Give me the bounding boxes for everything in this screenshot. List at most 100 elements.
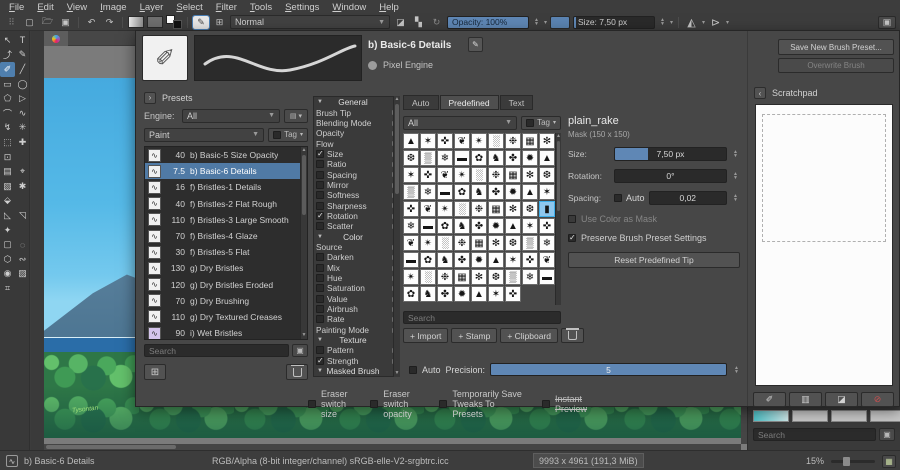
docker-search-input[interactable] — [753, 428, 876, 441]
menu-item-tools[interactable]: Tools — [250, 2, 272, 13]
brush-tip-cell[interactable]: ✻ — [539, 133, 555, 149]
brush-tip-cell[interactable]: ✶ — [505, 252, 521, 268]
open-document-button[interactable]: 🗁 — [40, 16, 55, 29]
brush-tip-cell[interactable]: ✿ — [471, 150, 487, 166]
tool-color-sampler[interactable]: ⌖ — [15, 164, 30, 179]
brush-tip-cell[interactable]: ▒ — [522, 235, 538, 251]
brush-tip-cell[interactable]: ▦ — [505, 167, 521, 183]
tip-grid-scrollbar[interactable]: ▲ — [555, 133, 561, 305]
rename-pencil-icon[interactable]: ✎ — [468, 37, 483, 52]
tool-move[interactable]: ✚ — [15, 135, 30, 150]
option-row-strength[interactable]: Strength — [314, 356, 399, 366]
preset-list-item[interactable]: ∿40f) Bristles-2 Flat Rough — [145, 196, 307, 212]
tool-freehand-select[interactable]: ∾ — [15, 252, 30, 267]
brush-tip-cell[interactable]: ▲ — [403, 133, 419, 149]
brush-tip-cell[interactable]: ❆ — [488, 269, 504, 285]
reset-predefined-tip-button[interactable]: Reset Predefined Tip — [568, 252, 740, 268]
tool-gradient[interactable]: ▤ — [0, 164, 15, 179]
brush-presets-button[interactable]: ⊞ — [212, 16, 227, 29]
brush-tip-cell[interactable]: ✹ — [522, 150, 538, 166]
brush-tip-cell[interactable]: ▲ — [488, 252, 504, 268]
eraser-mode-button[interactable]: ◪ — [393, 16, 408, 29]
option-row-scatter[interactable]: Scatter — [314, 221, 399, 231]
brush-tip-cell[interactable]: ✴ — [437, 201, 453, 217]
brush-tip-cell[interactable]: ♞ — [437, 252, 453, 268]
tip-tag-button[interactable]: Tag ▾ — [521, 116, 561, 130]
preset-list-item[interactable]: ∿120g) Dry Bristles Eroded — [145, 277, 307, 293]
option-row-painting-mode[interactable]: Painting Mode — [314, 325, 399, 335]
tip-rotation-spinner[interactable]: ▲▼ — [731, 170, 740, 183]
brush-tip-cell[interactable]: ✤ — [437, 286, 453, 302]
tool-similar-select[interactable]: ▨ — [15, 267, 30, 282]
workspace-chooser-button[interactable]: ▣ — [878, 16, 896, 29]
brush-tip-cell[interactable]: ❦ — [420, 201, 436, 217]
footer-checkbox[interactable] — [308, 400, 316, 408]
tip-search-input[interactable] — [403, 311, 561, 324]
scratchpad-canvas[interactable] — [755, 104, 893, 386]
tool-select-shapes[interactable]: ↖ — [0, 33, 15, 48]
option-checkbox[interactable] — [316, 305, 324, 313]
brush-tip-cell[interactable]: ❄ — [403, 218, 419, 234]
mirror-vertical-caret[interactable]: ▾ — [726, 19, 729, 26]
brush-tip-cell[interactable]: ✜ — [403, 201, 419, 217]
tip-action-import-button[interactable]: + Import — [403, 328, 448, 343]
presets-collapse-button[interactable]: › — [144, 92, 156, 104]
brush-tip-cell[interactable]: ❉ — [437, 269, 453, 285]
tab-predefined[interactable]: Predefined — [440, 95, 499, 110]
tip-size-spinner[interactable]: ▲▼ — [731, 148, 740, 161]
document-tab[interactable] — [44, 31, 68, 46]
brush-tip-cell[interactable]: ✴ — [420, 235, 436, 251]
preset-list-item[interactable]: ∿70f) Bristles-4 Glaze — [145, 228, 307, 244]
option-checkbox[interactable] — [316, 315, 324, 323]
brush-tip-cell[interactable]: ▦ — [488, 201, 504, 217]
tab-text[interactable]: Text — [500, 95, 534, 110]
menu-item-layer[interactable]: Layer — [140, 2, 164, 13]
tip-tag-checkbox[interactable] — [526, 119, 534, 127]
brush-tip-cell[interactable]: ❦ — [454, 133, 470, 149]
option-checkbox[interactable] — [316, 274, 324, 282]
option-section-color[interactable]: ▼Color — [314, 231, 399, 241]
tool-polygon-select[interactable]: ⬡ — [0, 252, 15, 267]
option-row-ratio[interactable]: Ratio — [314, 159, 399, 169]
brush-tip-cell[interactable]: ✶ — [488, 286, 504, 302]
brush-tip-cell[interactable]: ✹ — [488, 218, 504, 234]
brush-tip-cell[interactable]: ✿ — [420, 252, 436, 268]
brush-tip-cell[interactable]: ▦ — [454, 269, 470, 285]
brush-tip-cell[interactable]: ▲ — [522, 184, 538, 200]
preset-list-item[interactable]: ∿70g) Dry Brushing — [145, 293, 307, 309]
brush-tip-cell[interactable]: ░ — [488, 133, 504, 149]
brush-tip-cell[interactable]: ▬ — [437, 184, 453, 200]
brush-tip-cell[interactable]: ❆ — [522, 201, 538, 217]
brush-editor-toggle-button[interactable]: ✎ — [193, 16, 209, 29]
preset-thumbnail[interactable] — [870, 410, 900, 422]
tip-action-stamp-button[interactable]: + Stamp — [451, 328, 497, 343]
preset-list-item[interactable]: ∿7.5b) Basic-6 Details — [145, 163, 307, 179]
brush-tip-cell[interactable]: ♞ — [454, 218, 470, 234]
option-row-opacity[interactable]: Opacity — [314, 128, 399, 138]
brush-tip-cell[interactable]: ✶ — [420, 133, 436, 149]
option-row-brush-tip[interactable]: Brush Tip — [314, 107, 399, 117]
tip-delete-button[interactable] — [561, 328, 584, 343]
footer-check-temporarily-save-tweaks-to-presets[interactable]: Temporarily Save Tweaks To Presets — [439, 389, 526, 419]
tag-button[interactable]: Tag ▾ — [268, 128, 308, 142]
tool-multibrush[interactable]: ✳ — [15, 121, 30, 136]
opacity-spinner[interactable]: ▲▼ — [532, 16, 541, 29]
tool-line[interactable]: ╱ — [15, 62, 30, 77]
tab-auto[interactable]: Auto — [403, 95, 439, 110]
option-row-softness[interactable]: Softness — [314, 190, 399, 200]
foreground-background-colors[interactable] — [166, 15, 182, 29]
menu-item-settings[interactable]: Settings — [285, 2, 319, 13]
option-row-mirror[interactable]: Mirror — [314, 180, 399, 190]
tool-polygon[interactable]: ⬠ — [0, 91, 15, 106]
brush-tip-cell[interactable]: ✤ — [454, 252, 470, 268]
brush-tip-cell[interactable]: ✹ — [471, 252, 487, 268]
tool-reference-images[interactable]: ✦ — [0, 223, 15, 238]
brush-tip-cell[interactable]: ▦ — [471, 235, 487, 251]
footer-check-eraser-switch-opacity[interactable]: Eraser switch opacity — [370, 389, 423, 419]
tip-spacing-spinner[interactable]: ▲▼ — [731, 192, 740, 205]
mirror-vertical-button[interactable]: ⊳ — [708, 16, 723, 29]
brush-tip-cell[interactable]: ❦ — [437, 167, 453, 183]
brush-tip-cell[interactable]: ▒ — [505, 269, 521, 285]
option-row-value[interactable]: Value — [314, 294, 399, 304]
preset-list-item[interactable]: ∿90i) Wet Bristles — [145, 325, 307, 340]
